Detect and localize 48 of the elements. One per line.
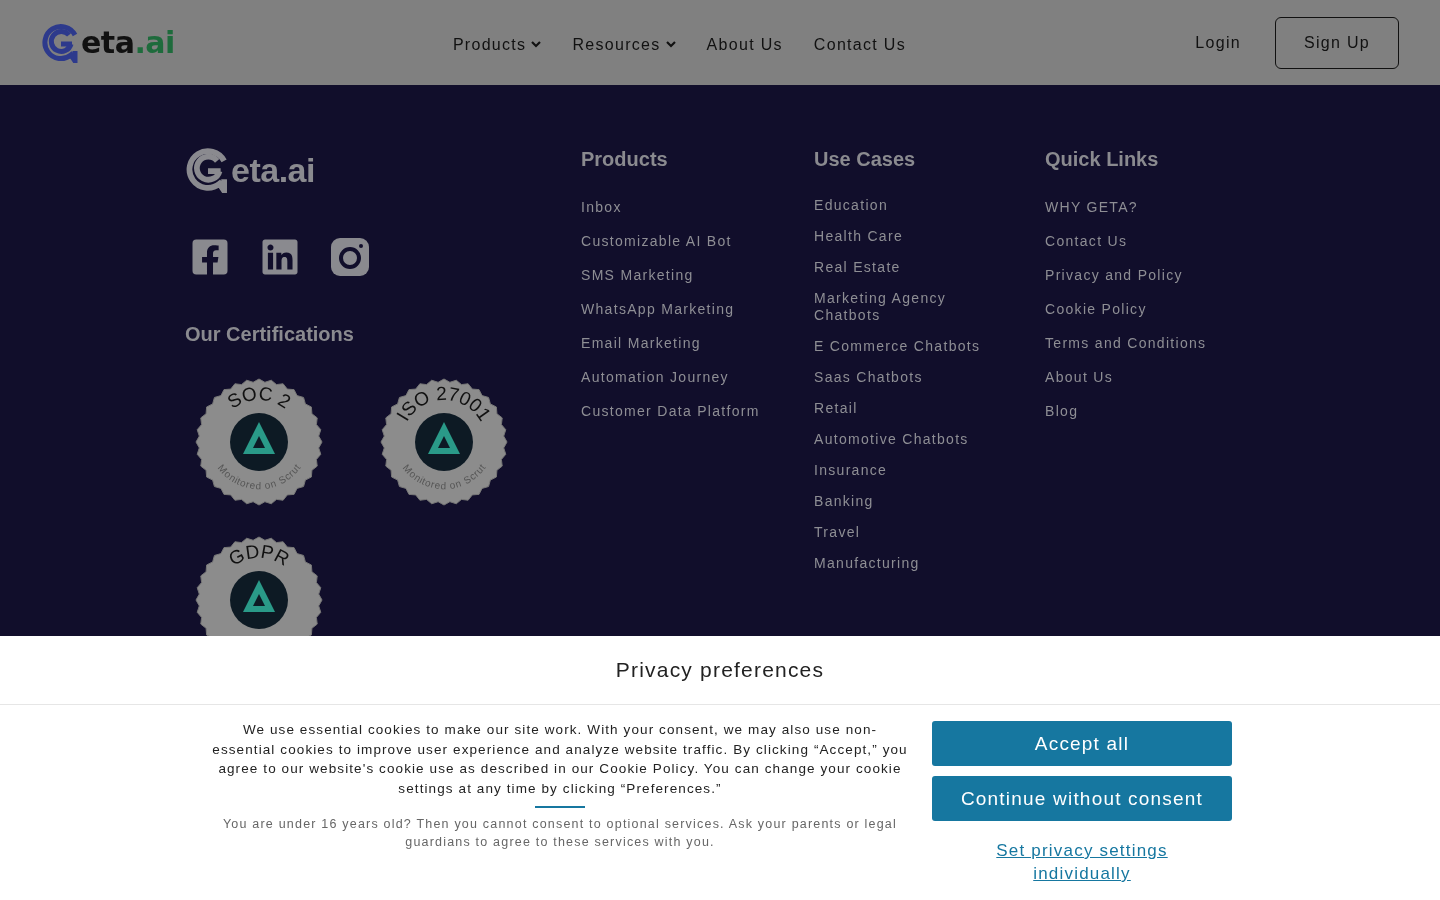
nav-link[interactable]: Resources [572, 35, 676, 54]
nav-link[interactable]: Contact Us [813, 35, 906, 54]
footer-link[interactable]: Travel [814, 524, 989, 541]
footer-link[interactable]: Email Marketing [581, 335, 814, 352]
footer-link[interactable]: Retail [814, 400, 989, 417]
footer-link[interactable]: Marketing Agency Chatbots [814, 290, 989, 324]
footer-link[interactable]: Contact Us [1045, 233, 1295, 250]
facebook-icon[interactable] [190, 237, 230, 277]
column-heading: Quick Links [1045, 148, 1160, 171]
consent-button[interactable]: Accept all [932, 721, 1232, 766]
footer-link[interactable]: Automation Journey [581, 369, 814, 386]
section-heading: Our Certifications [185, 323, 355, 346]
privacy-settings-link[interactable]: Set privacy settings individually [962, 839, 1202, 885]
footer-link[interactable]: Customizable AI Bot [581, 233, 814, 250]
footer-link[interactable]: Health Care [814, 228, 989, 245]
footer-link[interactable]: About Us [1045, 369, 1295, 386]
login-link[interactable]: Login [1195, 33, 1241, 52]
signup-button[interactable]: Sign Up [1275, 16, 1399, 69]
footer-link[interactable]: E Commerce Chatbots [814, 338, 989, 355]
footer-link[interactable]: Customer Data Platform [581, 403, 814, 420]
logo-icon [41, 22, 81, 63]
instagram-icon[interactable] [330, 237, 370, 277]
logo-text: eta.ai [231, 150, 315, 190]
footer-link[interactable]: Privacy and Policy [1045, 267, 1295, 284]
age-notice: You are under 16 years old? Then you cannot consent to optional services. Ask your parents or legal guardians to agree to these services with you. [222, 815, 898, 851]
column-heading: Products [581, 148, 669, 171]
consent-button[interactable]: Continue without consent [932, 776, 1232, 821]
footer-link[interactable]: WhatsApp Marketing [581, 301, 814, 318]
nav-link[interactable]: About Us [706, 35, 783, 54]
nav-link[interactable]: Products [452, 35, 542, 54]
footer-link[interactable]: Saas Chatbots [814, 369, 989, 386]
footer-link[interactable]: SMS Marketing [581, 267, 814, 284]
footer-link[interactable]: WHY GETA? [1045, 199, 1295, 216]
footer-link[interactable]: Education [814, 197, 989, 214]
column-heading: Use Cases [814, 148, 917, 171]
footer-link[interactable]: Cookie Policy [1045, 301, 1295, 318]
banner-title: Privacy preferences [0, 636, 1440, 705]
linkedin-icon[interactable] [260, 237, 300, 277]
logo-text[interactable]: eta.ai [81, 25, 175, 60]
footer-link[interactable]: Insurance [814, 462, 989, 479]
footer-link[interactable]: Automotive Chatbots [814, 431, 989, 448]
footer-link[interactable]: Real Estate [814, 259, 989, 276]
footer-link[interactable]: Banking [814, 493, 989, 510]
footer-link[interactable]: Inbox [581, 199, 814, 216]
footer-link[interactable]: Manufacturing [814, 555, 989, 572]
footer-link[interactable]: Terms and Conditions [1045, 335, 1295, 352]
footer-link[interactable]: Blog [1045, 403, 1295, 420]
consent-text: We use essential cookies to make our site work. With your consent, we may also use non-essential cookies to improve user experience and analyze website traffic. By clicking “Accept,” you agree to our website's cookie use as described in our Cookie Policy. You can change your cookie settings at any time by clicking “Preferences.” [212, 721, 908, 798]
